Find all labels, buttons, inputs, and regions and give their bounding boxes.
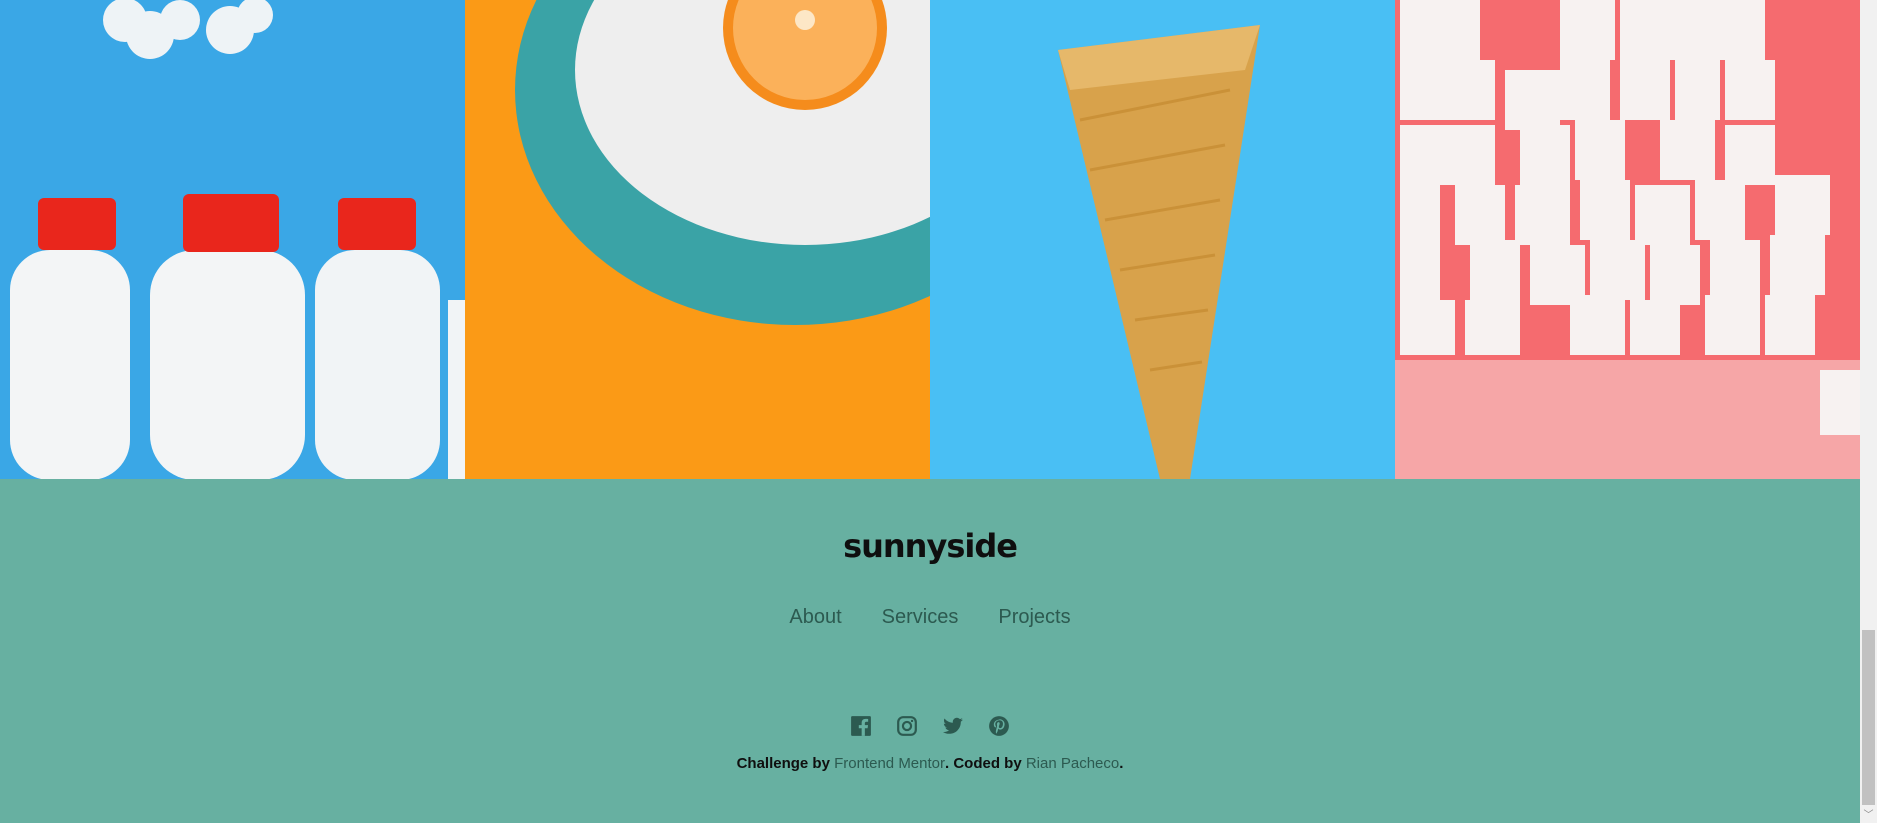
ice-cream-cone-image xyxy=(930,0,1395,479)
instagram-icon[interactable] xyxy=(896,715,918,737)
image-gallery xyxy=(0,0,1860,479)
orange-bowl-image xyxy=(465,0,930,479)
vertical-scrollbar[interactable]: ﹀ xyxy=(1860,0,1877,823)
site-footer: sunnyside About Services Projects Challe… xyxy=(0,479,1860,823)
sugar-cubes-image xyxy=(1395,0,1860,479)
footer-nav: About Services Projects xyxy=(0,606,1860,629)
attribution-middle: . Coded by xyxy=(945,755,1026,772)
scrollbar-thumb[interactable] xyxy=(1862,630,1875,805)
pinterest-icon[interactable] xyxy=(988,715,1010,737)
twitter-icon[interactable] xyxy=(942,715,964,737)
attribution-suffix: . xyxy=(1119,755,1124,772)
frontend-mentor-link[interactable]: Frontend Mentor xyxy=(834,755,945,772)
attribution-prefix: Challenge by xyxy=(736,755,835,772)
footer-nav-projects[interactable]: Projects xyxy=(998,606,1070,629)
milk-bottles-image xyxy=(0,0,465,479)
sunnyside-logo[interactable]: sunnyside xyxy=(0,527,1860,565)
social-links xyxy=(0,715,1860,737)
attribution: Challenge by Frontend Mentor. Coded by R… xyxy=(0,755,1860,772)
scroll-down-arrow-icon[interactable]: ﹀ xyxy=(1863,810,1874,821)
facebook-icon[interactable] xyxy=(850,715,872,737)
footer-nav-services[interactable]: Services xyxy=(882,606,959,629)
author-link[interactable]: Rian Pacheco xyxy=(1026,755,1119,772)
footer-nav-about[interactable]: About xyxy=(789,606,841,629)
